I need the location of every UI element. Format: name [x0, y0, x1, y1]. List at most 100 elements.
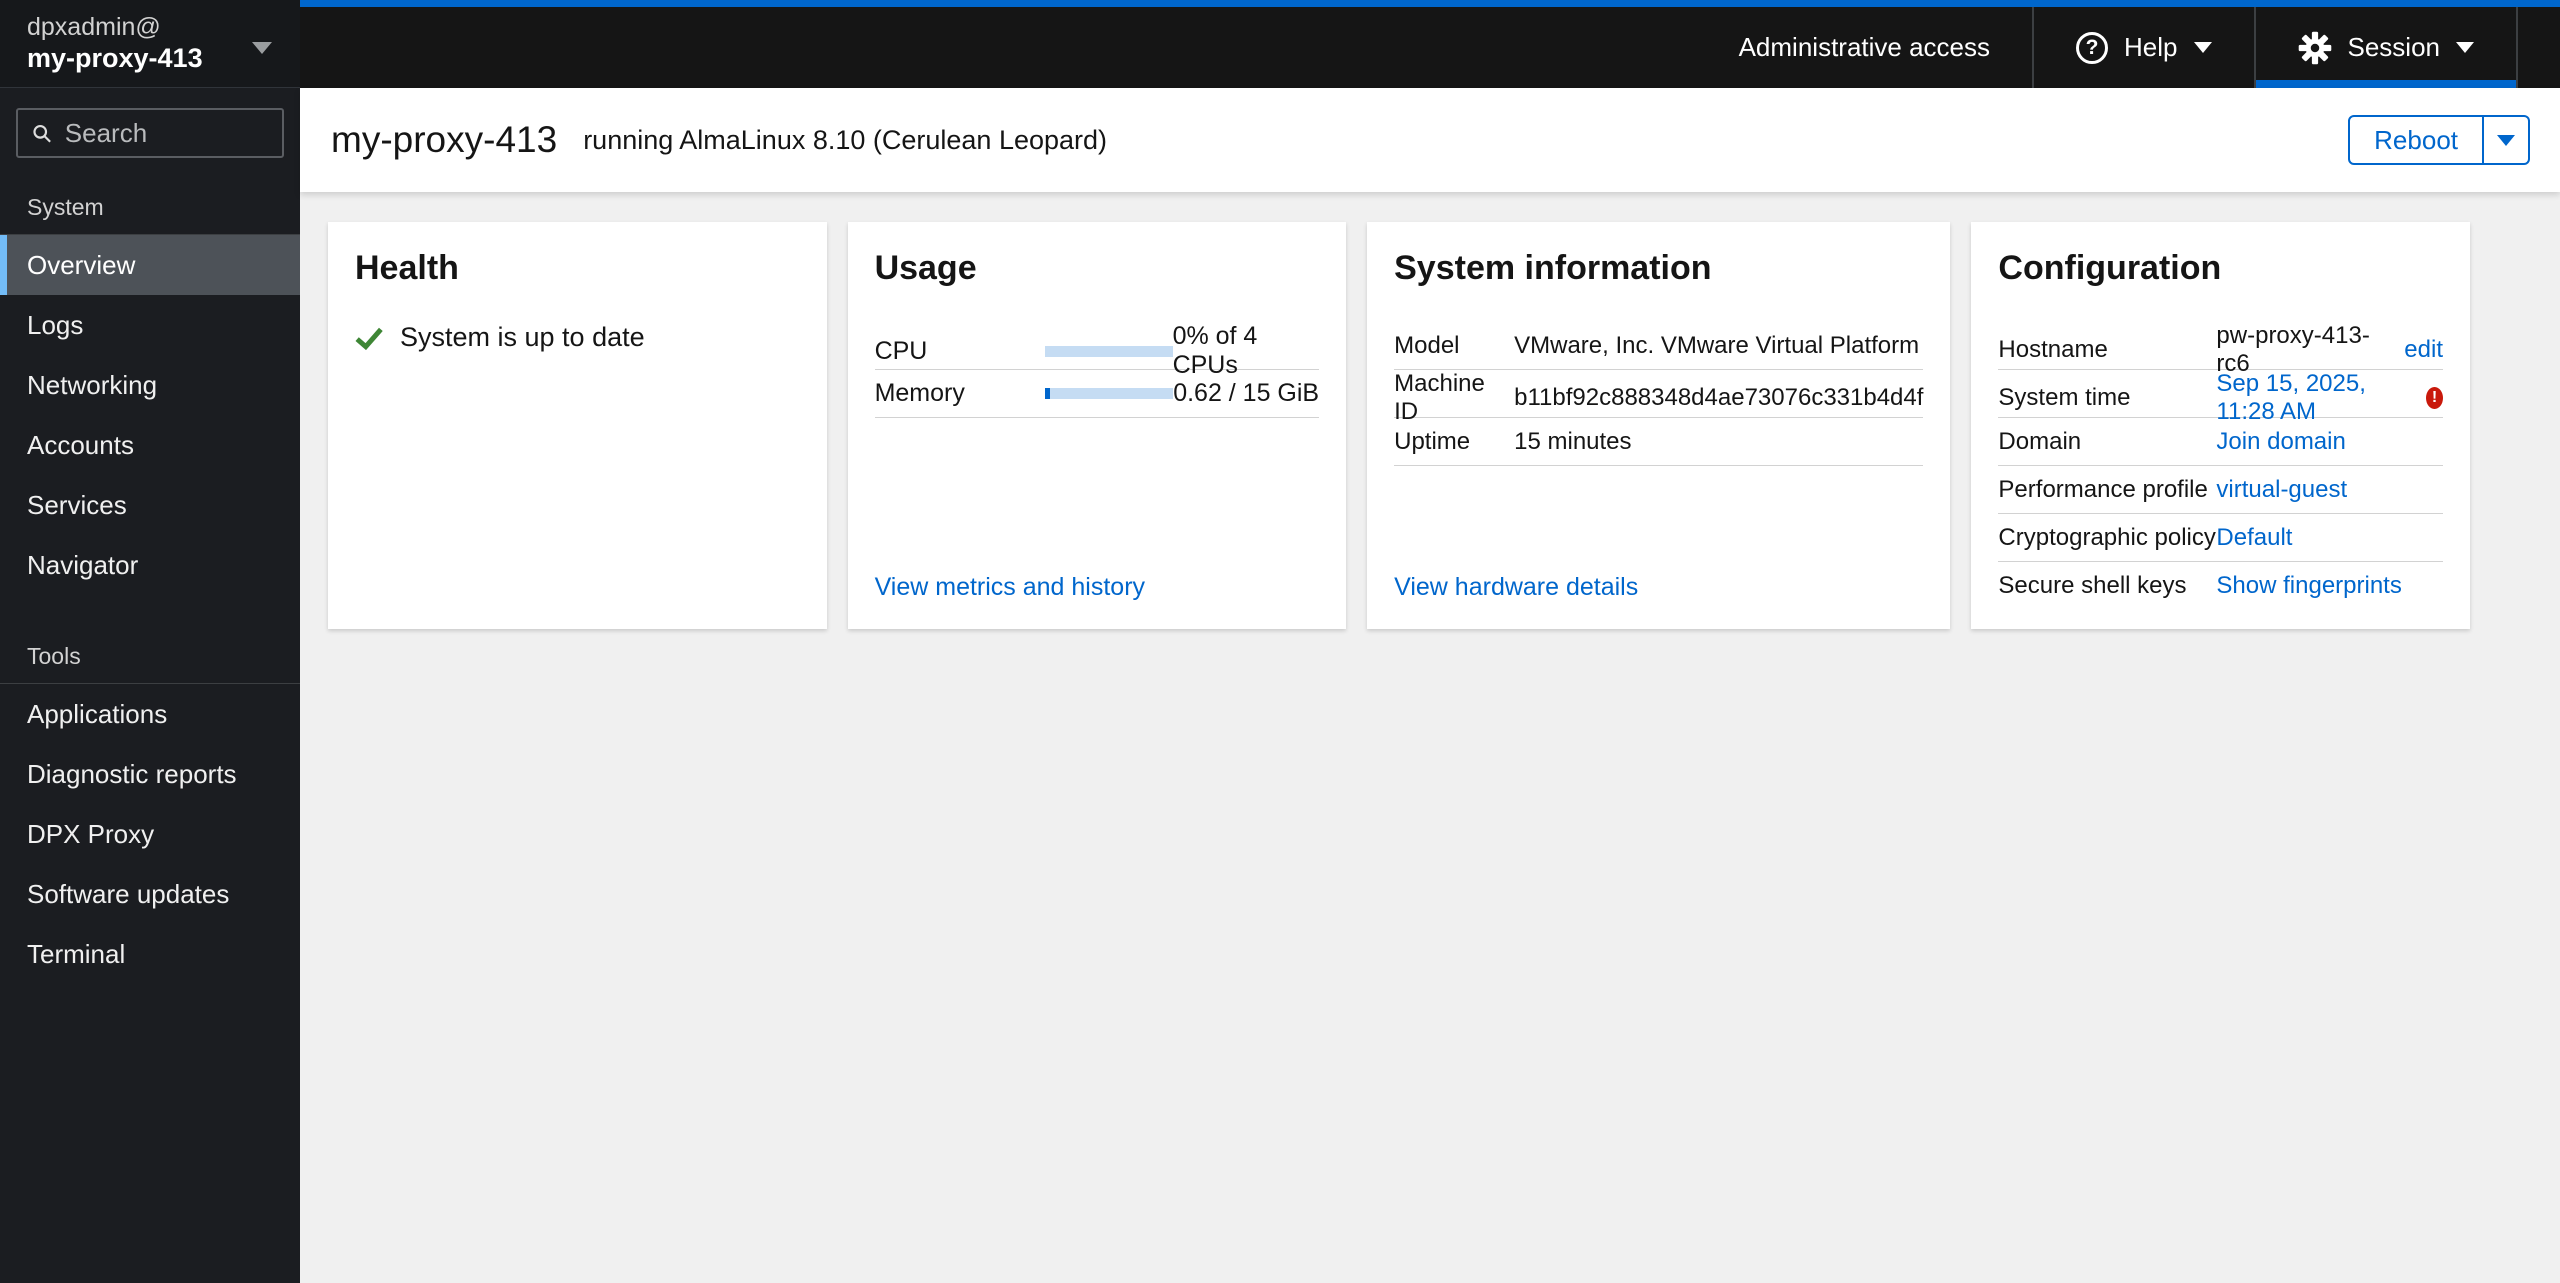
- info-label: Machine ID: [1394, 370, 1485, 425]
- cfg-label: Hostname: [1998, 336, 2108, 363]
- cfg-value: virtual-guest: [2216, 476, 2443, 504]
- cfg-row-cryptographic-policy: Cryptographic policy Default: [1998, 514, 2443, 562]
- cfg-link-show-fingerprints[interactable]: Show fingerprints: [2216, 572, 2401, 600]
- cfg-value: Join domain: [2216, 428, 2443, 456]
- usage-rows: CPU 0% of 4 CPUs Memory 0.62 / 15 GiB: [874, 322, 1320, 418]
- cfg-value: Show fingerprints: [2216, 572, 2443, 600]
- nav-section-system: System Overview Logs Networking Accounts Serv…: [0, 168, 300, 595]
- sidebar-item-dpx-proxy[interactable]: DPX Proxy: [0, 804, 300, 864]
- view-hardware-details-link[interactable]: View hardware details: [1394, 573, 1638, 601]
- system-information-card-footer: View hardware details: [1394, 573, 1923, 602]
- usage-card: Usage CPU 0% of 4 CPUs Memory 0.62 / 15 GiB…: [847, 222, 1347, 629]
- nav-section-title: Tools: [0, 595, 300, 684]
- cfg-row-secure-shell-keys: Secure shell keys Show fingerprints: [1998, 562, 2443, 610]
- help-icon: ?: [2076, 31, 2109, 64]
- cfg-row-hostname: Hostname pw-proxy-413-rc6 edit: [1998, 322, 2443, 377]
- reboot-button[interactable]: Reboot: [2348, 115, 2484, 165]
- progress-bar-wrap: [1044, 388, 1174, 399]
- usage-label: Memory: [874, 379, 965, 407]
- page-header: my-proxy-413 running AlmaLinux 8.10 (Cer…: [300, 88, 2560, 192]
- page-title: my-proxy-413: [331, 119, 558, 160]
- sidebar-item-terminal[interactable]: Terminal: [0, 924, 300, 984]
- cfg-label: Performance profile: [1998, 475, 2208, 503]
- gear-icon: [2298, 31, 2331, 64]
- usage-card-title: Usage: [874, 249, 977, 287]
- sidebar-username: dpxadmin@: [27, 13, 161, 41]
- sidebar-item-applications[interactable]: Applications: [0, 684, 300, 744]
- session-label: Session: [2347, 32, 2441, 62]
- administrative-access-button[interactable]: Administrative access: [1697, 7, 2032, 88]
- app-root: dpxadmin@ my-proxy-413 SystemOverviewLog…: [0, 0, 2560, 1283]
- page-subtitle: running AlmaLinux 8.10 (Cerulean Leopard…: [583, 124, 1108, 155]
- reboot-split-button: Reboot: [2348, 115, 2530, 165]
- cfg-label: Secure shell keys: [1998, 572, 2187, 599]
- session-menu-button[interactable]: Session: [2255, 7, 2517, 88]
- system-information-card-title: System information: [1394, 249, 1712, 287]
- help-label: Help: [2124, 32, 2178, 62]
- cfg-link-edit[interactable]: edit: [2404, 336, 2443, 364]
- usage-row-cpu: CPU 0% of 4 CPUs: [874, 322, 1320, 379]
- cfg-label: Cryptographic policy: [1998, 523, 2216, 551]
- info-label: Uptime: [1394, 427, 1471, 455]
- cfg-link-default[interactable]: Default: [2216, 524, 2292, 552]
- cfg-value: Default: [2216, 524, 2443, 552]
- masthead-end-spacer: [2518, 7, 2560, 88]
- info-label: Model: [1394, 331, 1460, 359]
- host-switcher[interactable]: dpxadmin@ my-proxy-413: [0, 0, 300, 88]
- cfg-link-join-domain[interactable]: Join domain: [2216, 428, 2345, 456]
- masthead: Administrative access ? Help Session: [300, 0, 2560, 88]
- system-information-card: System information Model VMware, Inc. VMw…: [1367, 222, 1951, 629]
- sidebar-item-accounts[interactable]: Accounts: [0, 415, 300, 475]
- sidebar-item-overview[interactable]: Overview: [0, 235, 300, 295]
- sidebar-item-software-updates[interactable]: Software updates: [0, 864, 300, 924]
- sidebar-search[interactable]: [16, 108, 284, 158]
- health-card-title: Health: [355, 249, 459, 287]
- system-information-rows: Model VMware, Inc. VMware Virtual Platfor…: [1394, 322, 1924, 466]
- usage-card-footer: View metrics and history: [875, 573, 1320, 602]
- usage-label: CPU: [874, 336, 928, 365]
- cfg-link-virtual-guest[interactable]: virtual-guest: [2216, 476, 2347, 504]
- configuration-card-title: Configuration: [1998, 249, 2222, 287]
- progress-fill: [1044, 388, 1050, 399]
- search-icon: [33, 124, 51, 143]
- administrative-access-label: Administrative access: [1738, 32, 1991, 62]
- chevron-down-icon: [2193, 42, 2212, 53]
- sidebar-item-navigator[interactable]: Navigator: [0, 535, 300, 595]
- sidebar-nav: System Overview Logs Networking Accounts Serv…: [0, 168, 300, 984]
- chevron-down-icon: [2497, 134, 2515, 146]
- cfg-label: System time: [1998, 384, 2131, 411]
- sidebar: dpxadmin@ my-proxy-413 SystemOverviewLog…: [0, 0, 300, 1283]
- health-card: Health System is up to date: [328, 222, 827, 629]
- sidebar-item-services[interactable]: Services: [0, 475, 300, 535]
- cfg-row-performance-profile: Performance profile virtual-guest: [1998, 466, 2443, 514]
- sidebar-item-networking[interactable]: Networking: [0, 355, 300, 415]
- progress-bar: [1044, 345, 1173, 357]
- cfg-row-system-time: System time Sep 15, 2025, 11:28 AM!: [1998, 370, 2443, 425]
- main-column: Administrative access ? Help Session my-…: [300, 0, 2560, 1283]
- info-row-model: Model VMware, Inc. VMware Virtual Platfor…: [1394, 322, 1924, 370]
- info-value: b11bf92c888348d4ae73076c331b4d4f: [1514, 384, 1924, 411]
- configuration-rows: Hostname pw-proxy-413-rc6 edit System time S…: [1998, 322, 2443, 610]
- overview-content: Health System is up to date Usage CPU 0% …: [300, 192, 2560, 1283]
- help-menu-button[interactable]: ? Help: [2034, 7, 2253, 88]
- cfg-label: Domain: [1998, 427, 2082, 455]
- info-value: VMware, Inc. VMware Virtual Platform: [1514, 331, 1920, 359]
- configuration-card: Configuration Hostname pw-proxy-413-rc6 ed…: [1971, 222, 2470, 629]
- progress-bar-wrap: [1044, 345, 1173, 357]
- warning-icon: !: [2426, 387, 2443, 409]
- search-input[interactable]: [64, 117, 268, 149]
- cfg-link-sep-15-2025-11-28-am[interactable]: Sep 15, 2025, 11:28 AM: [2216, 370, 2412, 426]
- cfg-value: Sep 15, 2025, 11:28 AM!: [2216, 370, 2443, 426]
- progress-bar: [1044, 388, 1173, 399]
- sidebar-item-logs[interactable]: Logs: [0, 295, 300, 355]
- usage-value: 0% of 4 CPUs: [1172, 322, 1258, 379]
- reboot-dropdown-toggle[interactable]: [2484, 115, 2530, 165]
- chevron-down-icon: [2456, 42, 2474, 53]
- chevron-down-icon: [252, 42, 272, 54]
- info-value: 15 minutes: [1514, 427, 1632, 455]
- view-metrics-link[interactable]: View metrics and history: [875, 573, 1145, 601]
- info-row-machine-id: Machine ID b11bf92c888348d4ae73076c331b4d…: [1394, 370, 1924, 425]
- health-status-item: System is up to date: [355, 322, 800, 353]
- nav-section-title: System: [0, 168, 300, 235]
- sidebar-item-diagnostic-reports[interactable]: Diagnostic reports: [0, 744, 300, 804]
